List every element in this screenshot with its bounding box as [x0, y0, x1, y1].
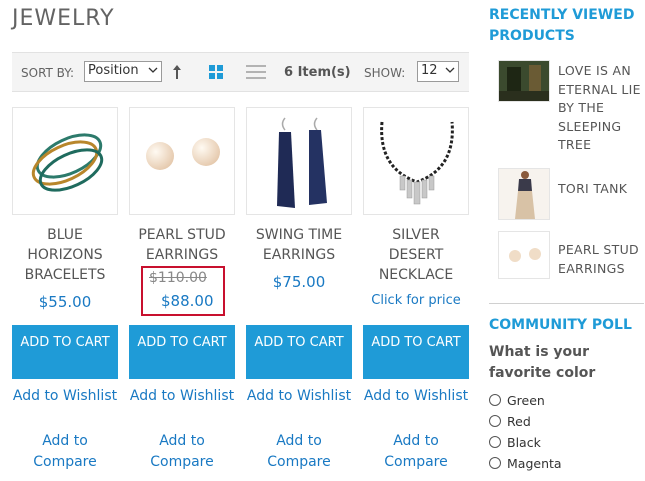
sidebar-divider — [489, 303, 644, 304]
radio-button[interactable] — [489, 457, 501, 469]
poll-option-magenta[interactable]: Magenta — [489, 456, 562, 471]
add-to-cart-button[interactable]: ADD TO CART — [363, 325, 469, 379]
page-title: JEWELRY — [12, 6, 115, 31]
sort-by-value: Position — [88, 63, 139, 78]
add-to-cart-button[interactable]: ADD TO CART — [246, 325, 352, 379]
product-toolbar: SORT BY: Position 6 Item(s) SHOW: 12 — [12, 52, 469, 92]
poll-option-green[interactable]: Green — [489, 393, 545, 408]
add-to-compare-link[interactable]: Add to Compare — [129, 431, 235, 473]
add-to-wishlist-link[interactable]: Add to Wishlist — [363, 386, 469, 407]
product-name[interactable]: SWING TIME EARRINGS — [246, 225, 352, 265]
show-limit-value: 12 — [421, 63, 438, 78]
radio-button[interactable] — [489, 436, 501, 448]
pearl-earrings-image — [509, 248, 541, 262]
product-card: SWING TIME EARRINGS $75.00 — [246, 107, 352, 291]
click-for-price-link[interactable]: Click for price — [363, 293, 469, 308]
add-to-compare-link[interactable]: Add to Compare — [246, 431, 352, 473]
product-image[interactable] — [363, 107, 469, 215]
sort-by-label: SORT BY: — [21, 66, 75, 80]
radio-button[interactable] — [489, 415, 501, 427]
poll-option-black[interactable]: Black — [489, 435, 541, 450]
chevron-down-icon — [445, 67, 455, 73]
special-price-box: $110.00 $88.00 — [141, 266, 225, 316]
product-card: PEARL STUD EARRINGS — [129, 107, 235, 265]
product-name[interactable]: SILVER DESERT NECKLACE — [363, 225, 469, 285]
pearl-earrings-image — [146, 138, 220, 170]
product-price: $55.00 — [38, 293, 92, 311]
recently-viewed-image[interactable] — [498, 168, 550, 220]
radio-button[interactable] — [489, 394, 501, 406]
product-price: $75.00 — [272, 273, 326, 291]
recently-viewed-item-name[interactable]: PEARL STUD EARRINGS — [558, 241, 645, 278]
list-view-icon[interactable] — [246, 65, 266, 79]
old-price: $110.00 — [149, 270, 207, 286]
product-card: SILVER DESERT NECKLACE Click for price — [363, 107, 469, 308]
item-count: 6 Item(s) — [284, 65, 351, 80]
recently-viewed-title: RECENTLY VIEWED PRODUCTS — [489, 7, 635, 44]
add-to-wishlist-link[interactable]: Add to Wishlist — [12, 386, 118, 407]
add-to-cart-button[interactable]: ADD TO CART — [129, 325, 235, 379]
add-to-wishlist-link[interactable]: Add to Wishlist — [246, 386, 352, 407]
album-cover-image — [499, 61, 549, 101]
product-image[interactable] — [129, 107, 235, 215]
product-name[interactable]: PEARL STUD EARRINGS — [129, 225, 235, 265]
show-label: SHOW: — [364, 66, 406, 80]
poll-option-red[interactable]: Red — [489, 414, 531, 429]
recently-viewed-item-name[interactable]: TORI TANK — [558, 180, 627, 199]
add-to-wishlist-link[interactable]: Add to Wishlist — [129, 386, 235, 407]
product-card: BLUE HORIZONS BRACELETS $55.00 — [12, 107, 118, 311]
add-to-compare-link[interactable]: Add to Compare — [363, 431, 469, 473]
community-poll-title: COMMUNITY POLL — [489, 317, 632, 333]
add-to-compare-link[interactable]: Add to Compare — [12, 431, 118, 473]
product-image[interactable] — [12, 107, 118, 215]
grid-view-icon[interactable] — [209, 65, 223, 79]
sort-by-select[interactable]: Position — [84, 61, 162, 82]
recently-viewed-image[interactable] — [498, 60, 550, 102]
drop-earrings-image — [277, 117, 327, 208]
bracelets-image — [31, 133, 104, 192]
sort-direction-arrow-icon[interactable] — [172, 64, 182, 80]
tank-top-image — [499, 169, 549, 219]
special-price: $88.00 — [161, 292, 214, 310]
add-to-cart-button[interactable]: ADD TO CART — [12, 325, 118, 379]
poll-question: What is your favorite color — [489, 344, 596, 381]
show-limit-select[interactable]: 12 — [417, 61, 459, 82]
recently-viewed-image[interactable] — [498, 231, 550, 279]
necklace-image — [380, 121, 454, 205]
recently-viewed-item-name[interactable]: LOVE IS AN ETERNAL LIE BY THE SLEEPING T… — [558, 62, 643, 155]
product-name[interactable]: BLUE HORIZONS BRACELETS — [12, 225, 118, 285]
chevron-down-icon — [148, 67, 158, 73]
product-image[interactable] — [246, 107, 352, 215]
